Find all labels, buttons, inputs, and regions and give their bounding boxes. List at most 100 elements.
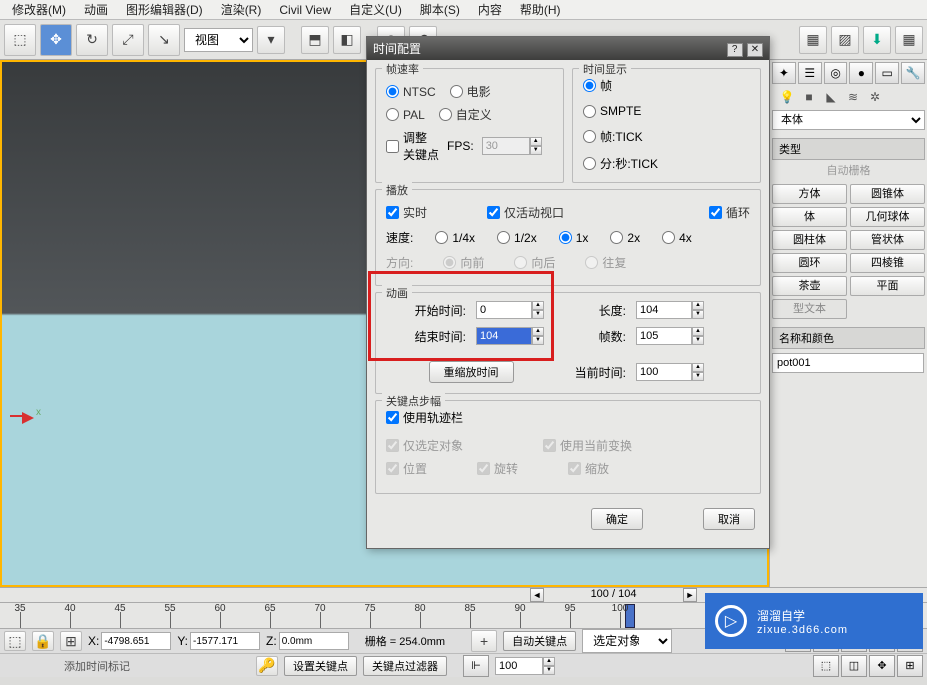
menu-content[interactable]: 内容	[470, 0, 510, 20]
xyz-icon[interactable]: ⊞	[60, 631, 82, 651]
menu-civil-view[interactable]: Civil View	[271, 1, 339, 19]
scale-icon[interactable]: ⤢	[112, 24, 144, 56]
film-radio[interactable]: 电影	[450, 83, 491, 100]
motion-tab-icon[interactable]: ●	[849, 62, 873, 84]
menu-animation[interactable]: 动画	[76, 0, 116, 20]
slider-left-icon[interactable]: ◄	[530, 588, 544, 602]
menu-render[interactable]: 渲染(R)	[213, 0, 270, 20]
pyramid-button[interactable]: 四棱锥	[850, 253, 925, 273]
speed-12x-radio[interactable]: 1/2x	[497, 231, 537, 245]
y-input[interactable]	[190, 632, 260, 650]
loop-checkbox[interactable]: 循环	[709, 204, 750, 221]
menu-help[interactable]: 帮助(H)	[512, 0, 569, 20]
key-mode-icon[interactable]: ⊩	[463, 655, 489, 677]
key-target-dropdown[interactable]: 选定对象	[582, 629, 672, 653]
category-dropdown[interactable]: 本体	[772, 110, 925, 130]
cone-button[interactable]: 圆锥体	[850, 184, 925, 204]
auto-grid-checkbox[interactable]: 自动栅格	[772, 160, 925, 180]
create-tab-icon[interactable]: ✦	[772, 62, 796, 84]
speed-1x-radio[interactable]: 1x	[559, 231, 589, 245]
frames-spinner[interactable]: ▲▼	[636, 327, 716, 345]
pal-radio[interactable]: PAL	[386, 108, 425, 122]
key-filter-button[interactable]: 关键点过滤器	[363, 656, 447, 676]
helper-icon[interactable]: ◣	[822, 88, 840, 106]
teapot-button[interactable]: 茶壶	[772, 276, 847, 296]
ok-button[interactable]: 确定	[591, 508, 643, 530]
speed-2x-radio[interactable]: 2x	[610, 231, 640, 245]
display-tab-icon[interactable]: ▭	[875, 62, 899, 84]
pivot-icon[interactable]: ▾	[257, 26, 285, 54]
key-icon[interactable]: 🔑	[256, 656, 278, 676]
object-name-input[interactable]	[772, 353, 924, 373]
cylinder-button[interactable]: 圆柱体	[772, 230, 847, 250]
help-icon[interactable]: ?	[727, 43, 743, 57]
ntsc-radio[interactable]: NTSC	[386, 85, 436, 99]
modify-tab-icon[interactable]: ☰	[798, 62, 822, 84]
close-icon[interactable]: ✕	[747, 43, 763, 57]
tool-icon[interactable]: ↘	[148, 24, 180, 56]
vp-nav2-icon[interactable]: ◫	[841, 655, 867, 677]
render-icon[interactable]: ⬇	[863, 26, 891, 54]
auto-key-button[interactable]: 自动关键点	[503, 631, 576, 651]
speed-4x-radio[interactable]: 4x	[662, 231, 692, 245]
utilities-tab-icon[interactable]: 🔧	[901, 62, 925, 84]
dialog-titlebar[interactable]: 时间配置 ? ✕	[367, 37, 769, 60]
use-trackbar-checkbox[interactable]: 使用轨迹栏	[386, 409, 463, 426]
geosphere-button[interactable]: 几何球体	[850, 207, 925, 227]
vp-nav3-icon[interactable]: ✥	[869, 655, 895, 677]
x-input[interactable]	[101, 632, 171, 650]
vp-nav1-icon[interactable]: ⬚	[813, 655, 839, 677]
rollout-object-type[interactable]: 类型	[772, 138, 925, 160]
cancel-button[interactable]: 取消	[703, 508, 755, 530]
hierarchy-tab-icon[interactable]: ◎	[824, 62, 848, 84]
rotate-icon[interactable]: ↻	[76, 24, 108, 56]
rollout-name-color[interactable]: 名称和颜色	[772, 327, 925, 349]
menu-script[interactable]: 脚本(S)	[412, 0, 468, 20]
torus-button[interactable]: 圆环	[772, 253, 847, 273]
frame-spinner[interactable]: ▲▼	[495, 657, 555, 675]
length-spinner[interactable]: ▲▼	[636, 301, 716, 319]
camera-icon[interactable]: ■	[800, 88, 818, 106]
tool-r1-icon[interactable]: ▦	[895, 26, 923, 54]
sphere-button[interactable]: 体	[772, 207, 847, 227]
move-icon[interactable]: ✥	[40, 24, 72, 56]
tool-b-icon[interactable]: ◧	[333, 26, 361, 54]
add-key-icon[interactable]: +	[471, 630, 497, 652]
frames-radio[interactable]: 帧	[583, 77, 750, 94]
mst-radio[interactable]: 分:秒:TICK	[583, 155, 750, 172]
set-key-button[interactable]: 设置关键点	[284, 656, 357, 676]
systems-icon[interactable]: ✲	[866, 88, 884, 106]
realtime-checkbox[interactable]: 实时	[386, 204, 427, 221]
vp-nav4-icon[interactable]: ⊞	[897, 655, 923, 677]
rescale-time-button[interactable]: 重缩放时间	[429, 361, 514, 383]
add-time-tag[interactable]: 添加时间标记	[64, 658, 130, 674]
z-input[interactable]	[279, 632, 349, 650]
active-only-checkbox[interactable]: 仅活动视口	[487, 204, 564, 221]
slider-right-icon[interactable]: ►	[683, 588, 697, 602]
render-setup-icon[interactable]: ▦	[799, 26, 827, 54]
lock-sel-icon[interactable]: ⬚	[4, 631, 26, 651]
box-button[interactable]: 方体	[772, 184, 847, 204]
adjust-keys-checkbox[interactable]: 调整 关键点	[386, 129, 439, 163]
menu-customize[interactable]: 自定义(U)	[341, 0, 410, 20]
plane-button[interactable]: 平面	[850, 276, 925, 296]
render-frame-icon[interactable]: ▨	[831, 26, 859, 54]
custom-radio[interactable]: 自定义	[439, 106, 492, 123]
end-time-spinner[interactable]: ▲▼	[476, 327, 556, 345]
tube-button[interactable]: 管状体	[850, 230, 925, 250]
text-button[interactable]: 型文本	[772, 299, 847, 319]
speed-14x-radio[interactable]: 1/4x	[435, 231, 475, 245]
menu-modifier[interactable]: 修改器(M)	[4, 0, 74, 20]
frame-rate-title: 帧速率	[382, 61, 423, 77]
smpte-radio[interactable]: SMPTE	[583, 104, 750, 118]
current-time-spinner[interactable]: ▲▼	[636, 363, 716, 381]
start-time-spinner[interactable]: ▲▼	[476, 301, 556, 319]
bulb-icon[interactable]: 💡	[778, 88, 796, 106]
select-object-icon[interactable]: ⬚	[4, 24, 36, 56]
ref-coord-dropdown[interactable]: 视图	[184, 28, 253, 52]
lock-icon[interactable]: 🔒	[32, 631, 54, 651]
menu-graph-editor[interactable]: 图形编辑器(D)	[118, 0, 211, 20]
wave-icon[interactable]: ≋	[844, 88, 862, 106]
tool-a-icon[interactable]: ⬒	[301, 26, 329, 54]
frame-tick-radio[interactable]: 帧:TICK	[583, 128, 750, 145]
